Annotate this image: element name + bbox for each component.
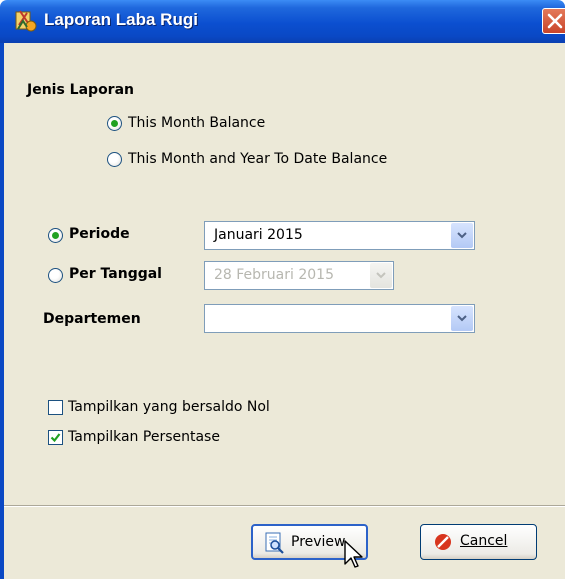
per-tanggal-label[interactable]: Per Tanggal — [69, 266, 162, 282]
periode-radio[interactable] — [48, 228, 63, 243]
show-zero-balance-label[interactable]: Tampilkan yang bersaldo Nol — [68, 399, 270, 415]
departemen-label: Departemen — [43, 311, 141, 327]
print-preview-icon — [265, 532, 284, 554]
checkmark-icon — [50, 433, 61, 443]
departemen-dropdown[interactable] — [204, 304, 475, 333]
ytd-balance-label[interactable]: This Month and Year To Date Balance — [128, 151, 387, 167]
this-month-balance-label[interactable]: This Month Balance — [128, 115, 265, 131]
report-app-icon — [15, 10, 37, 32]
title-bar[interactable]: Laporan Laba Rugi — [0, 0, 565, 43]
show-percentage-label[interactable]: Tampilkan Persentase — [68, 429, 220, 445]
per-tanggal-value: 28 Februari 2015 — [214, 267, 334, 283]
periode-value: Januari 2015 — [214, 227, 303, 243]
button-bar-divider — [4, 505, 565, 507]
periode-dropdown[interactable]: Januari 2015 — [204, 221, 475, 250]
this-month-balance-radio[interactable] — [107, 116, 122, 131]
cancel-icon — [435, 534, 451, 550]
show-percentage-checkbox[interactable] — [48, 430, 63, 445]
chevron-down-icon — [376, 272, 386, 279]
departemen-dropdown-button[interactable] — [451, 306, 473, 331]
chevron-down-icon — [457, 315, 467, 322]
cancel-button[interactable]: Cancel — [420, 524, 537, 560]
periode-dropdown-button[interactable] — [451, 223, 473, 248]
close-icon — [547, 13, 563, 29]
periode-label[interactable]: Periode — [69, 226, 130, 242]
per-tanggal-radio[interactable] — [48, 268, 63, 283]
cancel-button-label: Cancel — [460, 533, 508, 549]
ytd-balance-radio[interactable] — [107, 152, 122, 167]
chevron-down-icon — [457, 232, 467, 239]
close-button[interactable] — [542, 8, 565, 34]
jenis-laporan-heading: Jenis Laporan — [27, 82, 135, 98]
report-dialog: Laporan Laba Rugi Jenis Laporan This Mon… — [0, 0, 565, 579]
preview-button-label: Preview — [291, 534, 346, 550]
show-zero-balance-checkbox[interactable] — [48, 400, 63, 415]
window-title: Laporan Laba Rugi — [44, 10, 198, 29]
mouse-cursor-icon — [344, 540, 363, 568]
per-tanggal-dropdown[interactable]: 28 Februari 2015 — [204, 261, 394, 290]
per-tanggal-dropdown-button[interactable] — [370, 263, 392, 288]
